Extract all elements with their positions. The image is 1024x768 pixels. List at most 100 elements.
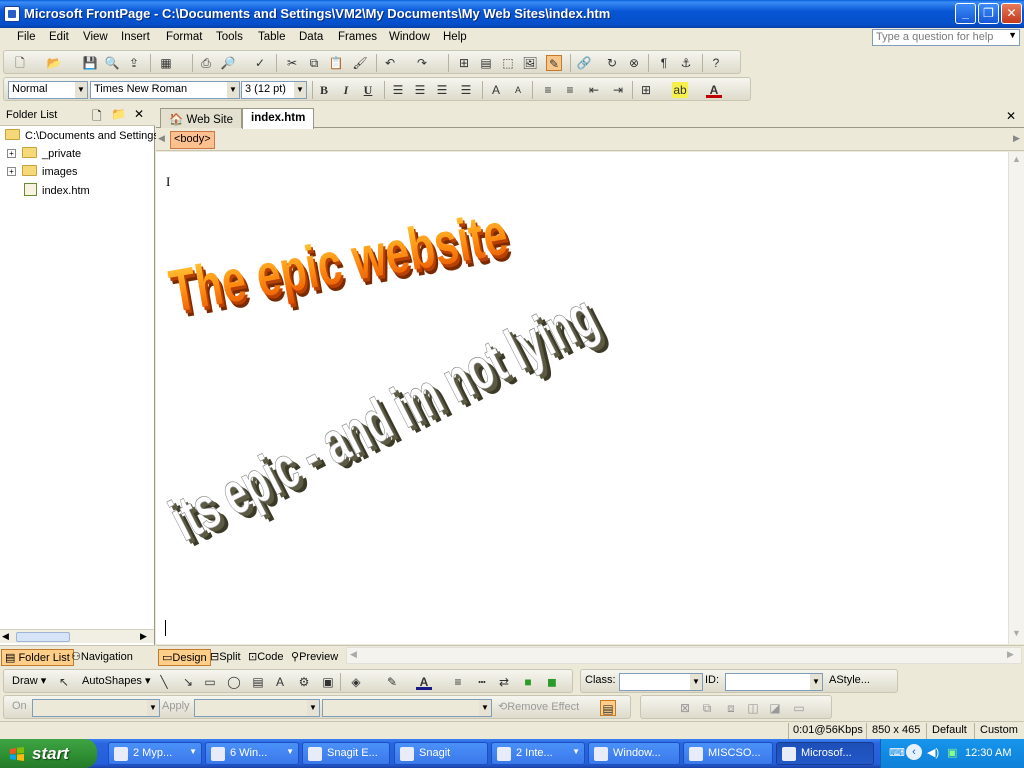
menu-insert[interactable]: Insert [121,31,150,43]
menu-frames[interactable]: Frames [338,31,377,43]
title-bar[interactable]: Microsoft FrontPage - C:\Documents and S… [0,0,1024,28]
position-absolute-icon[interactable]: ⊠ [677,700,693,716]
clock[interactable]: 12:30 AM [965,747,1011,759]
tree-item-index[interactable]: index.htm [24,183,90,197]
scroll-thumb[interactable] [16,632,70,642]
effect-select[interactable]: ▼ [194,699,320,717]
id-select[interactable]: ▼ [725,673,823,691]
font-color-icon[interactable]: A [416,674,432,690]
menu-edit[interactable]: Edit [49,31,69,43]
undo-icon[interactable]: ↶ [382,55,398,71]
increase-indent-icon[interactable]: ⇥ [610,82,626,98]
web-component-icon[interactable]: ⊞ [456,55,472,71]
tab-preview[interactable]: ⚲Preview [288,649,341,666]
move-down-icon[interactable]: ◪ [767,700,783,716]
ask-question-input[interactable]: Type a question for help ▼ [872,29,1020,46]
menu-view[interactable]: View [83,31,108,43]
wordart-icon[interactable]: A [272,674,288,690]
bring-forward-icon[interactable]: ⧉ [699,700,715,716]
tab-navigation[interactable]: ⚇Navigation [68,649,136,666]
task-button-2[interactable]: 6 Win... ▼ [205,742,299,765]
select-pointer-icon[interactable]: ↖ [56,674,72,690]
insert-table-icon[interactable]: ▤ [478,55,494,71]
tray-expand-icon[interactable]: ‹ [906,744,922,760]
paste-icon[interactable]: 📋 [328,55,344,71]
open-icon[interactable]: 📂 [46,55,62,71]
new-folder-icon[interactable]: 📁 [111,107,126,121]
task-button-frontpage[interactable]: Microsof... [776,742,874,765]
task-button-6[interactable]: Window... [588,742,680,765]
canvas-vertical-scrollbar[interactable]: ▲ ▼ [1008,152,1024,644]
spelling-icon[interactable]: ✓ [252,55,268,71]
bullet-list-icon[interactable]: ≡ [562,82,578,98]
task-button-3[interactable]: Snagit E... [302,742,390,765]
menu-window[interactable]: Window [389,31,430,43]
task-button-5[interactable]: 2 Inte... ▼ [491,742,585,765]
restore-button[interactable]: ❐ [978,3,999,24]
menu-table[interactable]: Table [258,31,286,43]
expand-icon[interactable]: + [7,149,16,158]
volume-icon[interactable]: ◀) [927,746,939,759]
scroll-left-icon[interactable]: ◀ [350,649,357,660]
tab-design[interactable]: ▭Design [158,649,211,666]
tree-item-private[interactable]: + _private [7,147,81,160]
quick-tag-right-icon[interactable]: ▶ [1013,133,1020,144]
network-icon[interactable]: ▣ [947,746,957,759]
scroll-up-icon[interactable]: ▲ [1012,154,1021,164]
hyperlink-icon[interactable]: 🔗 [576,55,592,71]
show-all-icon[interactable]: ¶ [656,55,672,71]
refresh-icon[interactable]: ↻ [604,55,620,71]
keyboard-icon[interactable]: ⌨ [889,746,905,759]
tab-folder-list[interactable]: ▤ Folder List [1,649,74,666]
draw-menu-button[interactable]: Draw ▾ [12,674,46,687]
doctype-mode[interactable]: Default [932,724,967,736]
redo-icon[interactable]: ↷ [414,55,430,71]
highlight-effects-icon[interactable]: ▤ [600,700,616,716]
copy-icon[interactable]: ⧉ [306,55,322,71]
move-up-icon[interactable]: ◫ [745,700,761,716]
remove-effect-button[interactable]: ⟲Remove Effect [498,700,579,713]
quick-tag-body[interactable]: <body> [170,131,215,149]
scroll-right-icon[interactable]: ▶ [140,631,147,642]
menu-tools[interactable]: Tools [216,31,243,43]
new-page-icon[interactable]: 🗋 [92,107,102,128]
line-color-icon[interactable]: ✎ [384,674,400,690]
style-button[interactable]: AStyle... [829,674,870,686]
fill-color-icon[interactable]: ◈ [348,674,364,690]
arrow-style-icon[interactable]: ⇄ [496,674,512,690]
drawing-icon[interactable]: ✎ [546,55,562,71]
italic-button[interactable]: I [338,82,354,98]
close-panel-icon[interactable]: ✕ [134,107,144,121]
publish-icon[interactable]: ⇪ [126,55,142,71]
tab-index-htm[interactable]: index.htm [242,108,315,129]
print-icon[interactable]: ⎙ [198,55,214,71]
page-dimensions[interactable]: 850 x 465 [872,724,920,736]
line-style-icon[interactable]: ≡ [450,674,466,690]
bookmark-icon[interactable]: ⚓ [678,55,694,71]
effect-settings-select[interactable]: ▼ [322,699,492,717]
insert-picture-icon[interactable]: 🖼 [522,55,538,71]
menu-help[interactable]: Help [443,31,467,43]
numbered-list-icon[interactable]: ≡ [540,82,556,98]
font-color-icon[interactable]: A [706,82,722,98]
canvas-horizontal-scrollbar[interactable]: ◀ ▶ [346,647,1022,664]
dash-style-icon[interactable]: ┅ [474,674,490,690]
expand-icon[interactable]: + [7,167,16,176]
style-select[interactable]: Normal ▼ [8,81,88,99]
menu-file[interactable]: File [17,31,36,43]
3d-style-icon[interactable]: ◼ [544,674,560,690]
toggle-pane-icon[interactable]: ▦ [158,55,174,71]
highlight-icon[interactable]: ab [672,82,688,98]
decrease-indent-icon[interactable]: ⇤ [586,82,602,98]
task-button-4[interactable]: Snagit [394,742,488,765]
justify-icon[interactable]: ☰ [458,82,474,98]
z-order-icon[interactable]: ▭ [791,700,807,716]
align-center-icon[interactable]: ☰ [412,82,428,98]
close-button[interactable]: ✕ [1001,3,1022,24]
close-document-icon[interactable]: ✕ [1006,109,1016,123]
tab-code[interactable]: ⊡Code [245,649,287,666]
decrease-font-icon[interactable]: A [510,82,526,98]
menu-data[interactable]: Data [299,31,323,43]
bold-button[interactable]: B [316,82,332,98]
align-left-icon[interactable]: ☰ [390,82,406,98]
